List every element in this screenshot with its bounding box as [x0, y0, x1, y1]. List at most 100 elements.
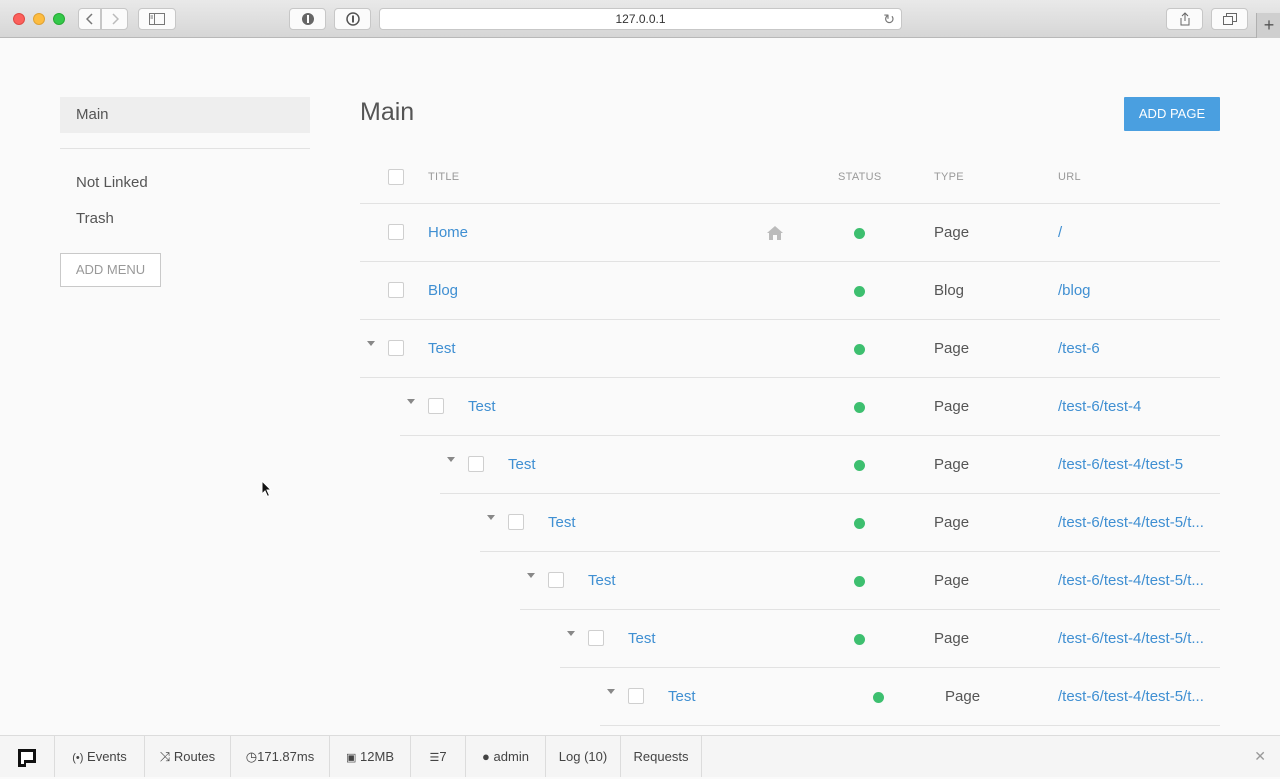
zoom-window-button[interactable] [53, 13, 65, 25]
page-title-link[interactable]: Test [428, 340, 456, 357]
status-indicator [854, 576, 865, 587]
new-tab-button[interactable]: + [1256, 13, 1280, 38]
memory-label: 12MB [360, 749, 394, 764]
row-checkbox[interactable] [388, 282, 404, 298]
row-checkbox[interactable] [388, 340, 404, 356]
table-row[interactable]: Test Page/test-6/test-4/test-5/t... [600, 668, 1220, 726]
page-title-link[interactable]: Test [508, 456, 536, 473]
row-checkbox[interactable] [628, 688, 644, 704]
table-row[interactable]: Test Page/test-6/test-4/test-5/t... [480, 494, 1220, 552]
status-indicator [854, 460, 865, 471]
extension-button[interactable] [289, 8, 326, 30]
page-url-link[interactable]: /test-6/test-4 [1058, 398, 1208, 415]
sidebar-item-main[interactable]: Main [60, 97, 310, 133]
broadcast-icon: (•) [72, 752, 84, 764]
time-label: 171.87ms [257, 749, 315, 764]
page-url-link[interactable]: /blog [1058, 282, 1208, 299]
info-icon [345, 12, 360, 26]
page-title-link[interactable]: Blog [428, 282, 458, 299]
tabs-button[interactable] [1211, 8, 1248, 30]
forward-button[interactable] [101, 8, 128, 30]
debugbar-logo[interactable] [0, 736, 55, 777]
sidebar-toggle-button[interactable] [138, 8, 176, 30]
expand-caret-icon[interactable] [447, 457, 455, 462]
page-url-link[interactable]: /test-6/test-4/test-5/t... [1058, 630, 1208, 647]
row-checkbox[interactable] [508, 514, 524, 530]
table-row[interactable]: Test Page/test-6/test-4/test-5 [440, 436, 1220, 494]
table-row[interactable]: Test Page/test-6 [360, 320, 1220, 378]
browser-toolbar: 127.0.0.1 ↻ + [0, 0, 1280, 38]
tabs-icon [1222, 13, 1237, 25]
debugbar-routes[interactable]: ⤨ Routes [145, 736, 231, 777]
minimize-window-button[interactable] [33, 13, 45, 25]
table-row[interactable]: Blog Blog/blog [360, 262, 1220, 320]
page-title-link[interactable]: Test [668, 688, 696, 705]
log-label: Log (10) [558, 749, 608, 764]
debugbar-events[interactable]: (•) Events [55, 736, 145, 777]
queries-label: 7 [439, 749, 447, 764]
debugbar-time[interactable]: ◷171.87ms [231, 736, 330, 777]
back-button[interactable] [78, 8, 101, 30]
table-header: TITLE STATUS TYPE URL [360, 150, 1220, 204]
expand-caret-icon[interactable] [607, 689, 615, 694]
reload-icon[interactable]: ↻ [883, 9, 895, 29]
row-checkbox[interactable] [388, 224, 404, 240]
shield-icon [301, 13, 314, 25]
table-row[interactable]: Test Page/test-6/test-4/test-5/t... [520, 552, 1220, 610]
sidebar-item-trash[interactable]: Trash [60, 201, 310, 237]
page-url-link[interactable]: /test-6/test-4/test-5 [1058, 456, 1208, 473]
clock-icon: ◷ [245, 749, 258, 764]
page-title-link[interactable]: Test [588, 572, 616, 589]
page-url-link[interactable]: /test-6 [1058, 340, 1208, 357]
debugbar-log[interactable]: Log (10) [546, 736, 621, 777]
status-indicator [854, 286, 865, 297]
row-checkbox[interactable] [588, 630, 604, 646]
expand-caret-icon[interactable] [367, 341, 375, 346]
row-checkbox[interactable] [548, 572, 564, 588]
page-url-link[interactable]: /test-6/test-4/test-5/t... [1058, 688, 1208, 705]
user-label: admin [493, 749, 529, 764]
database-icon: ☰ [429, 752, 440, 764]
page-url-link[interactable]: /test-6/test-4/test-5/t... [1058, 514, 1208, 531]
page-title: Main [360, 98, 415, 126]
share-button[interactable] [1166, 8, 1203, 30]
select-all-checkbox[interactable] [388, 169, 404, 185]
sidebar-divider [60, 148, 310, 149]
page-url-link[interactable]: /test-6/test-4/test-5/t... [1058, 572, 1208, 589]
expand-caret-icon[interactable] [567, 631, 575, 636]
menu-sidebar: Main Not Linked Trash ADD MENU [60, 97, 310, 287]
password-button[interactable] [334, 8, 371, 30]
page-title-link[interactable]: Test [548, 514, 576, 531]
status-indicator [854, 518, 865, 529]
page-url-link[interactable]: / [1058, 224, 1208, 241]
page-type: Page [934, 398, 970, 415]
close-icon[interactable]: ✕ [1254, 736, 1266, 777]
expand-caret-icon[interactable] [487, 515, 495, 520]
page-title-link[interactable]: Test [628, 630, 656, 647]
expand-caret-icon[interactable] [407, 399, 415, 404]
status-indicator [854, 402, 865, 413]
add-page-button[interactable]: ADD PAGE [1124, 97, 1220, 131]
debugbar-requests[interactable]: Requests [621, 736, 702, 777]
page-type: Page [945, 688, 981, 705]
url-text: 127.0.0.1 [615, 12, 666, 26]
debugbar-user[interactable]: ● admin [466, 736, 546, 777]
shuffle-icon: ⤨ [159, 749, 171, 764]
expand-caret-icon[interactable] [527, 573, 535, 578]
user-icon: ● [482, 749, 490, 764]
table-row[interactable]: Home Page / [360, 204, 1220, 262]
sidebar-item-not-linked[interactable]: Not Linked [60, 165, 310, 201]
debugbar-queries[interactable]: ☰7 [411, 736, 466, 777]
column-url: URL [1058, 171, 1081, 183]
add-menu-button[interactable]: ADD MENU [60, 253, 161, 287]
page-title-link[interactable]: Test [468, 398, 496, 415]
table-row[interactable]: Test Page/test-6/test-4/test-5/t... [560, 610, 1220, 668]
address-bar[interactable]: 127.0.0.1 ↻ [379, 8, 902, 30]
chevron-right-icon [111, 13, 119, 25]
table-row[interactable]: Test Page/test-6/test-4 [400, 378, 1220, 436]
close-window-button[interactable] [13, 13, 25, 25]
row-checkbox[interactable] [428, 398, 444, 414]
row-checkbox[interactable] [468, 456, 484, 472]
page-title-link[interactable]: Home [428, 224, 468, 241]
debugbar-memory[interactable]: ▣ 12MB [330, 736, 411, 777]
